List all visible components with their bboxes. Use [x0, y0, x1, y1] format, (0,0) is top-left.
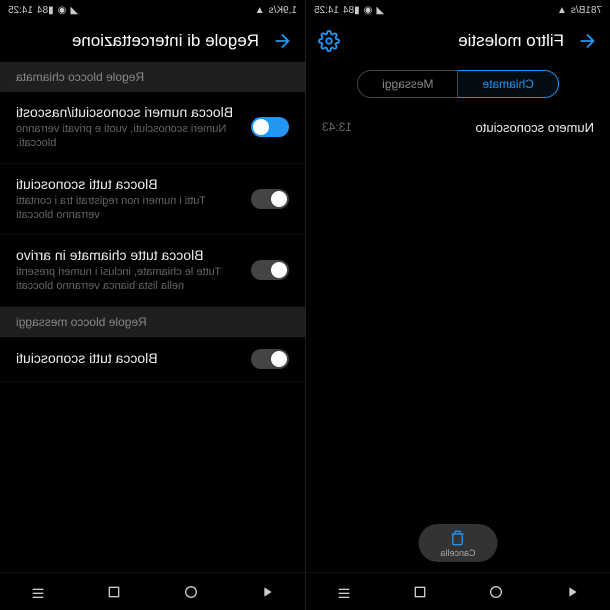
section-header-calls: Regole blocco chiamata — [0, 62, 305, 92]
delete-button[interactable]: Cancella — [418, 524, 497, 562]
back-arrow-icon[interactable] — [576, 30, 598, 52]
status-bar: 781B/s ▲ ◢ ◉ ▮84 14:25 — [306, 0, 610, 20]
setting-desc: Tutti i numeri non registrati tra i cont… — [16, 194, 239, 223]
net-speed: 1,9K/s — [269, 5, 297, 16]
nav-back-icon[interactable] — [259, 584, 275, 600]
page-title: Filtro molestie — [352, 31, 564, 51]
setting-block-unknown-hidden[interactable]: Blocca numeri sconosciuti/nascosti Numer… — [0, 92, 305, 164]
toggle-block-unknown-hidden[interactable] — [251, 117, 289, 137]
setting-title: Blocca tutti sconosciuti — [16, 176, 239, 192]
net-speed: 781B/s — [571, 5, 602, 16]
status-bar: 1,9K/s ▲ ◢ ◉ ▮84 14:25 — [0, 0, 305, 20]
toggle-block-all-unknown[interactable] — [251, 189, 289, 209]
nav-drawer-icon[interactable] — [30, 584, 46, 600]
nav-back-icon[interactable] — [564, 584, 580, 600]
nav-recent-icon[interactable] — [106, 584, 122, 600]
gear-icon[interactable] — [318, 30, 340, 52]
page-title: Regole di intercettazione — [12, 31, 259, 51]
entry-title: Numero sconosciuto — [476, 120, 595, 135]
header: Filtro molestie — [306, 20, 610, 62]
signal-icon: ◢ — [70, 5, 78, 16]
nav-drawer-icon[interactable] — [336, 584, 352, 600]
trash-icon — [450, 530, 466, 546]
tab-messages[interactable]: Messaggi — [357, 70, 458, 98]
clock: 14:25 — [314, 5, 339, 16]
list-item[interactable]: Numero sconosciuto 13:43 — [306, 110, 610, 145]
clock: 14:25 — [8, 5, 33, 16]
setting-title: Blocca numeri sconosciuti/nascosti — [16, 104, 239, 120]
setting-block-unknown-msg[interactable]: Blocca tutti sconosciuti — [0, 337, 305, 382]
wifi-icon: ▲ — [255, 5, 265, 16]
wifi-icon: ▲ — [557, 5, 567, 16]
nav-bar — [0, 572, 305, 610]
tabs: Chiamate Messaggi — [306, 62, 610, 110]
entry-time: 13:43 — [322, 120, 352, 135]
nav-bar — [306, 572, 610, 610]
toggle-block-unknown-msg[interactable] — [251, 349, 289, 369]
setting-desc: Tutte le chiamate, inclusi i numeri pres… — [16, 265, 239, 294]
setting-title: Blocca tutti sconosciuti — [16, 350, 239, 366]
battery-icon: ▮84 — [37, 5, 54, 16]
section-header-messages: Regole blocco messaggi — [0, 307, 305, 337]
setting-block-all-unknown[interactable]: Blocca tutti sconosciuti Tutti i numeri … — [0, 164, 305, 236]
setting-desc: Numeri sconosciuti, vuoti e privati verr… — [16, 122, 239, 151]
toggle-block-all-incoming[interactable] — [251, 260, 289, 280]
nav-home-icon[interactable] — [183, 584, 199, 600]
setting-block-all-incoming[interactable]: Blocca tutte chiamate in arrivo Tutte le… — [0, 235, 305, 307]
setting-title: Blocca tutte chiamate in arrivo — [16, 247, 239, 263]
nav-recent-icon[interactable] — [412, 584, 428, 600]
nav-home-icon[interactable] — [488, 584, 504, 600]
header: Regole di intercettazione — [0, 20, 305, 62]
signal-icon: ◢ — [376, 5, 384, 16]
wifi-icon: ◉ — [364, 5, 373, 16]
battery-icon: ▮84 — [343, 5, 360, 16]
wifi-icon: ◉ — [58, 5, 67, 16]
back-arrow-icon[interactable] — [271, 30, 293, 52]
delete-label: Cancella — [440, 548, 475, 558]
tab-calls[interactable]: Chiamate — [459, 70, 559, 98]
